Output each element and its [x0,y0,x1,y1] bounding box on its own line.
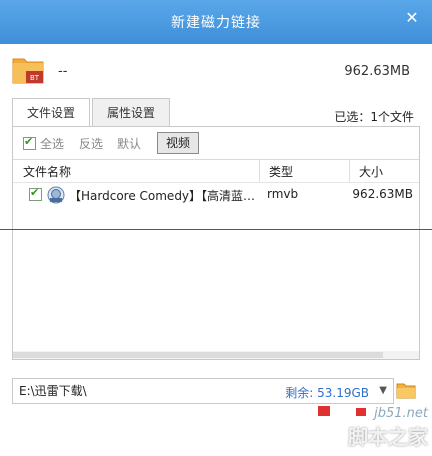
bt-folder-icon: BT [12,58,44,84]
watermark-site: jb51.net [374,406,428,421]
invert-selection-button[interactable]: 反选 [79,135,103,152]
checkbox-icon [23,135,36,150]
file-name: 【Hardcore Comedy】【高清蓝光... [69,189,259,203]
watermark: jb51.net 脚本之家 [348,406,428,450]
selection-toolbar: 全选 反选 默认 视频 [13,127,419,159]
watermark-name: 脚本之家 [348,425,428,449]
horizontal-scrollbar[interactable] [13,351,419,359]
title-bar: 新建磁力链接 ✕ [0,0,432,44]
col-name[interactable]: 文件名称 [23,163,71,180]
row-checkbox[interactable] [29,186,42,201]
file-size: 962.63MB [352,187,413,201]
folder-browse-icon[interactable] [396,380,416,400]
col-divider[interactable] [259,160,260,182]
col-size[interactable]: 大小 [359,163,383,180]
video-filter-button[interactable]: 视频 [157,132,200,154]
rm-file-icon [47,186,65,204]
col-type[interactable]: 类型 [269,163,293,180]
torrent-summary: BT -- 962.63MB [0,44,432,96]
selection-status: 已选：1个文件 [334,110,414,124]
select-all-checkbox[interactable]: 全选 [23,135,64,152]
col-divider[interactable] [349,160,350,182]
default-selection-button[interactable]: 默认 [117,135,141,152]
tab-properties[interactable]: 属性设置 [92,98,171,127]
save-path-input[interactable] [19,383,269,397]
file-panel: 全选 反选 默认 视频 文件名称 类型 大小 【Hardcore Comedy】… [12,126,420,360]
select-all-label: 全选 [40,137,65,151]
torrent-size: 962.63MB [344,64,410,79]
chevron-down-icon[interactable]: ▼ [379,385,387,396]
file-type: rmvb [267,187,299,201]
free-space-label: 剩余: 53.19GB [285,386,369,400]
scrollbar-thumb[interactable] [13,352,383,358]
save-path-box[interactable]: 剩余: 53.19GB ▼ [12,378,394,404]
torrent-name: -- [58,64,68,79]
bt-badge-text: BT [30,74,40,82]
tab-bar: 文件设置 属性设置 已选：1个文件 [12,98,420,128]
window-title: 新建磁力链接 [171,15,261,31]
tab-file-settings[interactable]: 文件设置 [12,98,91,128]
table-row[interactable]: 【Hardcore Comedy】【高清蓝光... rmvb 962.63MB [13,183,419,207]
red-mark [318,406,330,416]
close-icon[interactable]: ✕ [402,8,422,28]
red-guide-line [0,229,432,230]
table-header: 文件名称 类型 大小 [13,159,419,183]
